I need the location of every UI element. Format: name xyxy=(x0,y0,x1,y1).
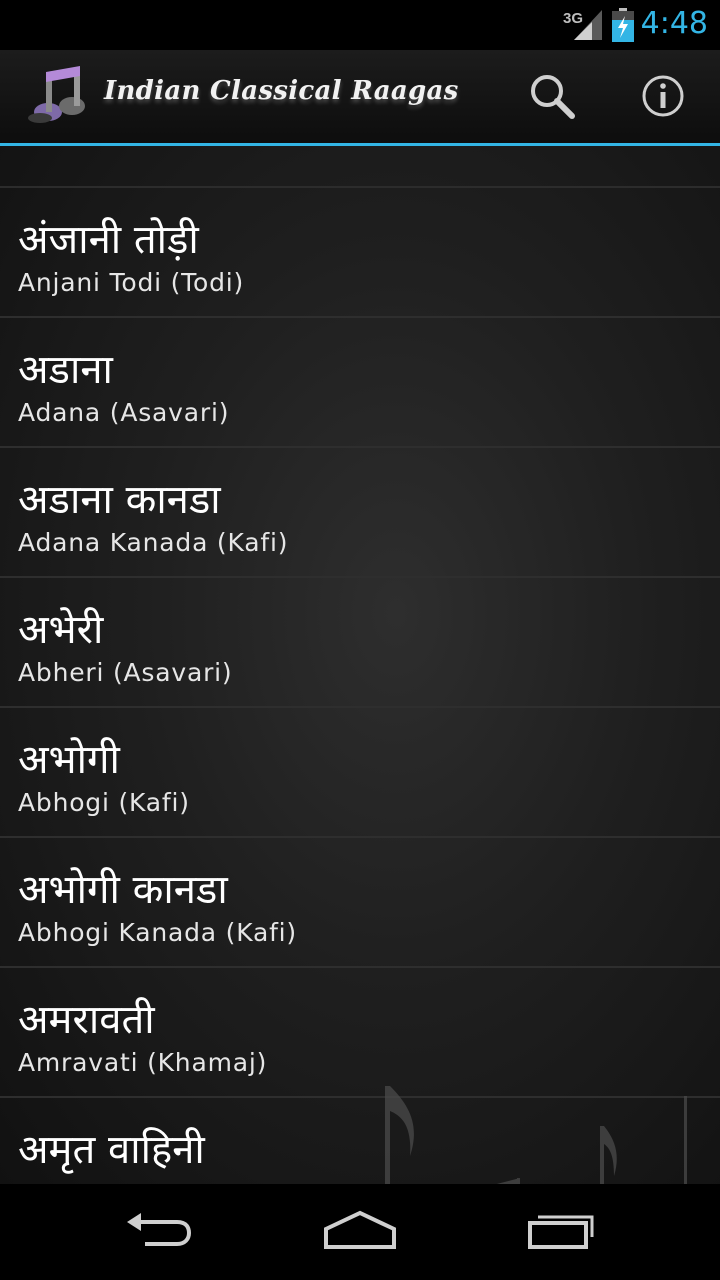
list-item[interactable]: अंजानी तोड़ी Anjani Todi (Todi) xyxy=(0,188,720,318)
app-title: Indian Classical Raagas xyxy=(104,76,459,106)
status-bar: 3G 4:48 xyxy=(0,0,720,50)
raaga-english-name: Anjani Todi (Todi) xyxy=(18,268,245,297)
navigation-bar xyxy=(0,1184,720,1280)
info-button[interactable] xyxy=(633,68,693,128)
raaga-list[interactable]: अंजानी तोड़ी Anjani Todi (Todi) अडाना Ad… xyxy=(0,146,720,1184)
raaga-hindi-name: अभोगी xyxy=(18,737,120,783)
music-notes-icon[interactable] xyxy=(26,62,92,132)
raaga-hindi-name: अडाना कानडा xyxy=(18,477,221,523)
raaga-english-name: Amravati (Khamaj) xyxy=(18,1048,268,1077)
raaga-hindi-name: अभेरी xyxy=(18,607,104,653)
list-item[interactable]: अभेरी Abheri (Asavari) xyxy=(0,578,720,708)
clock: 4:48 xyxy=(640,6,708,41)
raaga-hindi-name: अडाना xyxy=(18,347,113,393)
raaga-english-name: Abhogi (Kafi) xyxy=(18,788,190,817)
screen: 3G 4:48 Indian Classical Raagas अंजानी त… xyxy=(0,0,720,1280)
raaga-english-name: Abheri (Asavari) xyxy=(18,658,233,687)
raaga-english-name: Abhogi Kanada (Kafi) xyxy=(18,918,297,947)
list-item[interactable]: अभोगी कानडा Abhogi Kanada (Kafi) xyxy=(0,838,720,968)
list-item[interactable]: अमृत वाहिनी xyxy=(0,1098,720,1184)
raaga-hindi-name: अमरावती xyxy=(18,997,155,1043)
search-icon xyxy=(528,72,576,124)
raaga-english-name: Adana Kanada (Kafi) xyxy=(18,528,289,557)
info-icon xyxy=(641,74,685,122)
signal-icon xyxy=(574,10,602,44)
list-item[interactable]: अमरावती Amravati (Khamaj) xyxy=(0,968,720,1098)
back-button[interactable] xyxy=(100,1202,220,1262)
recents-icon xyxy=(526,1209,598,1255)
recents-button[interactable] xyxy=(502,1202,622,1262)
back-icon xyxy=(125,1210,195,1254)
list-item[interactable]: अडाना Adana (Asavari) xyxy=(0,318,720,448)
list-item[interactable]: अडाना कानडा Adana Kanada (Kafi) xyxy=(0,448,720,578)
raaga-hindi-name: अंजानी तोड़ी xyxy=(18,217,199,263)
home-icon xyxy=(322,1209,398,1255)
home-button[interactable] xyxy=(300,1202,420,1262)
raaga-hindi-name: अभोगी कानडा xyxy=(18,867,228,913)
list-item[interactable]: अभोगी Abhogi (Kafi) xyxy=(0,708,720,838)
search-button[interactable] xyxy=(522,68,582,128)
action-bar: Indian Classical Raagas xyxy=(0,50,720,146)
list-header-gap xyxy=(0,146,720,188)
battery-charging-icon xyxy=(612,8,634,46)
raaga-english-name: Adana (Asavari) xyxy=(18,398,230,427)
raaga-hindi-name: अमृत वाहिनी xyxy=(18,1127,205,1173)
